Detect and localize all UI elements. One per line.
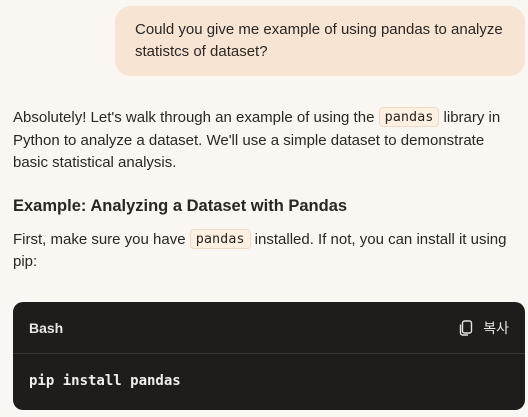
section-heading: Example: Analyzing a Dataset with Pandas [13, 196, 348, 215]
code-block-header: Bash 복사 [13, 302, 525, 354]
intro-text-before: Absolutely! Let's walk through an exampl… [13, 109, 379, 126]
user-message-text: Could you give me example of using panda… [135, 21, 503, 60]
copy-icon [459, 319, 473, 336]
copy-label: 복사 [483, 319, 509, 336]
inline-code-pandas-install: pandas [189, 228, 251, 249]
install-text-before: First, make sure you have [13, 230, 190, 248]
code-language-label: Bash [29, 319, 64, 336]
inline-code-pandas: pandas [378, 107, 440, 127]
chat-page: Could you give me example of using panda… [0, 0, 528, 417]
assistant-response: Absolutely! Let's walk through an exampl… [13, 107, 523, 274]
user-message-bubble: Could you give me example of using panda… [115, 6, 525, 76]
code-content: pip install pandas [29, 373, 181, 389]
response-intro: Absolutely! Let's walk through an exampl… [13, 107, 523, 175]
copy-button[interactable]: 복사 [459, 318, 509, 338]
code-block: Bash 복사 pip install pandas [13, 302, 525, 410]
install-instructions: First, make sure you have pandas install… [13, 228, 523, 274]
